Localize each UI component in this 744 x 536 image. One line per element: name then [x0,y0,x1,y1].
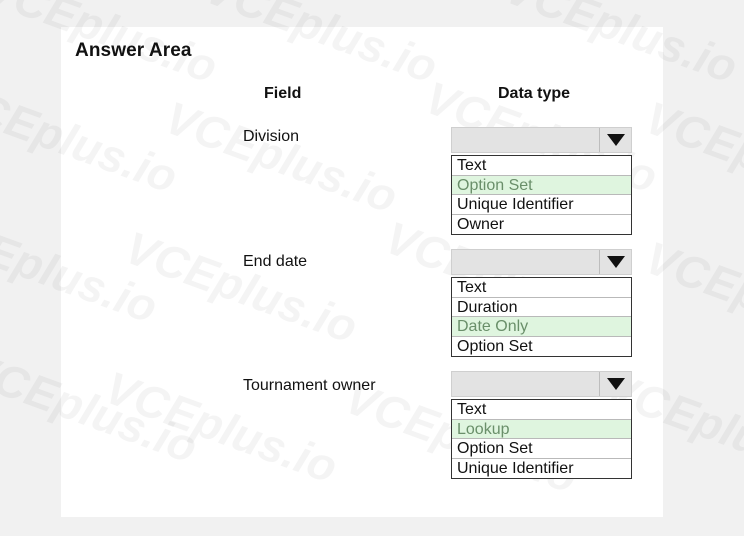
dropdown-header[interactable] [451,371,632,397]
dropdown-option[interactable]: Unique Identifier [452,459,631,479]
dropdown-option[interactable]: Text [452,400,631,420]
dropdown-option[interactable]: Text [452,156,631,176]
data-type-dropdown-division[interactable]: Text Option Set Unique Identifier Owner [451,127,632,235]
dropdown-option-selected[interactable]: Lookup [452,419,631,439]
column-header-field: Field [264,85,302,102]
field-label-end-date: End date [243,253,308,270]
dropdown-option[interactable]: Duration [452,298,631,317]
dropdown-option[interactable]: Text [452,278,631,298]
chevron-down-icon [606,378,625,390]
dropdown-options-list: Text Lookup Option Set Unique Identifier [451,399,632,479]
dropdown-header[interactable] [451,127,632,153]
dropdown-options-list: Text Duration Date Only Option Set [451,277,632,357]
page-title: Answer Area [75,40,192,61]
dropdown-option[interactable]: Option Set [452,337,631,357]
chevron-down-icon [606,134,625,146]
chevron-down-icon [606,256,625,268]
dropdown-toggle-button[interactable] [599,128,631,152]
dropdown-toggle-button[interactable] [599,372,631,396]
dropdown-option[interactable]: Option Set [452,439,631,459]
data-type-dropdown-end-date[interactable]: Text Duration Date Only Option Set [451,249,632,357]
dropdown-option[interactable]: Owner [452,215,631,235]
dropdown-header[interactable] [451,249,632,275]
dropdown-option[interactable]: Unique Identifier [452,195,631,215]
dropdown-option-selected[interactable]: Option Set [452,175,631,195]
dropdown-option-selected[interactable]: Date Only [452,317,631,337]
dropdown-toggle-button[interactable] [599,250,631,274]
field-label-tournament-owner: Tournament owner [243,377,376,394]
column-header-data-type: Data type [498,85,571,102]
field-label-division: Division [243,128,300,145]
data-type-dropdown-tournament-owner[interactable]: Text Lookup Option Set Unique Identifier [451,371,632,479]
dropdown-options-list: Text Option Set Unique Identifier Owner [451,155,632,235]
